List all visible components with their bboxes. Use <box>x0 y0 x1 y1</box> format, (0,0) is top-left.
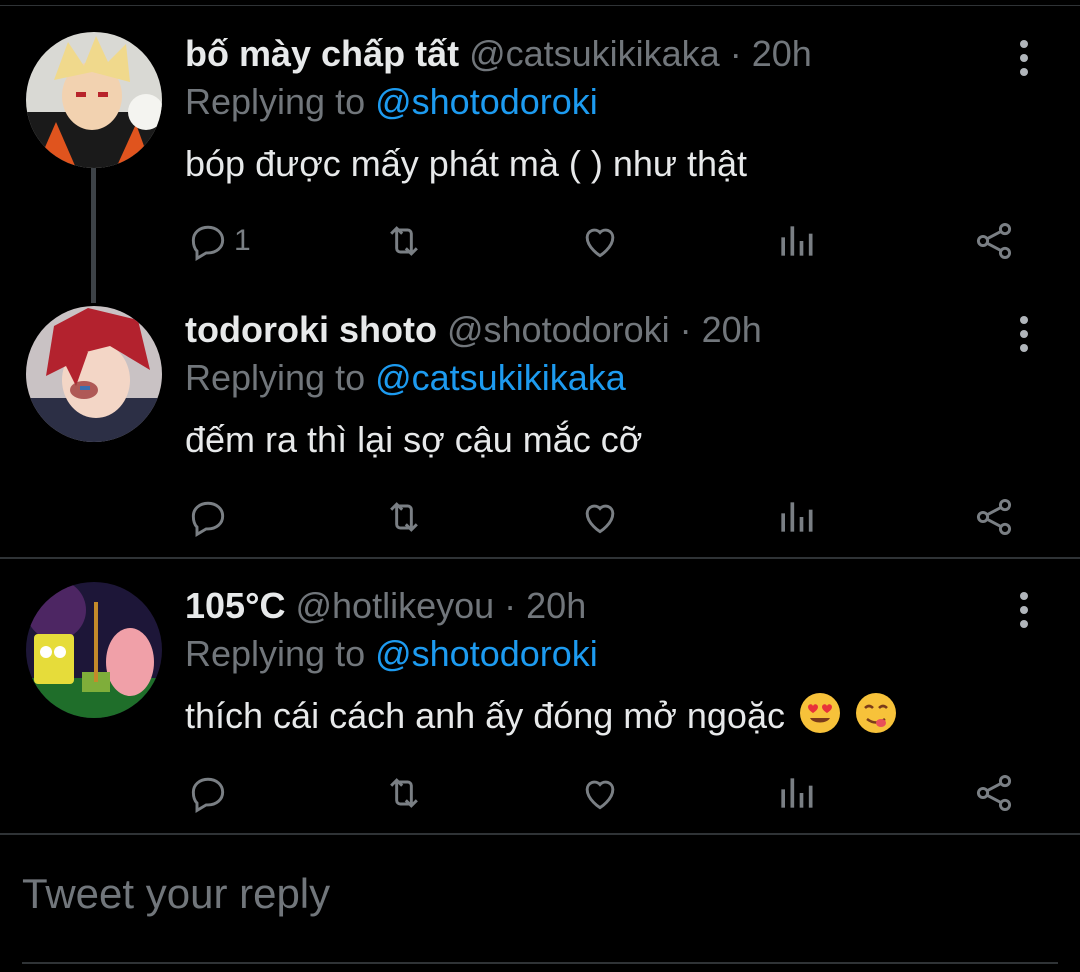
timestamp[interactable]: · 20h <box>504 585 586 626</box>
timestamp[interactable]: · 20h <box>730 33 812 74</box>
tweet-header: bố mày chấp tất @catsukikikaka · 20h <box>185 32 812 76</box>
reply-button[interactable]: 1 <box>186 216 251 266</box>
retweet-icon <box>390 502 418 532</box>
replying-to: Replying to @shotodoroki <box>185 632 598 676</box>
display-name[interactable]: bố mày chấp tất <box>185 33 459 74</box>
share-icon <box>976 499 1012 535</box>
heart-icon <box>585 504 615 534</box>
replying-to: Replying to @shotodoroki <box>185 80 598 124</box>
heart-icon <box>585 228 615 258</box>
reply-button[interactable] <box>186 492 234 542</box>
composer-underline <box>22 962 1058 964</box>
mention-link[interactable]: @catsukikikaka <box>375 357 626 398</box>
analytics-icon <box>781 502 813 532</box>
share-button[interactable] <box>972 768 1016 818</box>
more-options-icon[interactable] <box>1012 38 1036 78</box>
handle[interactable]: @shotodoroki <box>447 309 670 350</box>
retweet-button[interactable] <box>382 216 426 266</box>
reply-icon <box>191 501 225 538</box>
analytics-button[interactable] <box>774 492 818 542</box>
tweet-header: 105°C @hotlikeyou · 20h <box>185 584 586 628</box>
share-icon <box>976 775 1012 811</box>
reply-icon <box>191 777 225 814</box>
more-options-icon[interactable] <box>1012 314 1036 354</box>
share-button[interactable] <box>972 216 1016 266</box>
replying-prefix: Replying to <box>185 633 376 674</box>
reply-icon <box>191 225 225 262</box>
share-button[interactable] <box>972 492 1016 542</box>
yum-emoji <box>855 692 897 734</box>
heart-eyes-emoji <box>799 692 841 734</box>
tweet-divider <box>0 833 1080 835</box>
reply-count: 1 <box>234 224 251 257</box>
analytics-button[interactable] <box>774 216 818 266</box>
top-divider <box>0 0 1080 6</box>
reply-composer-input[interactable]: Tweet your reply <box>22 870 330 918</box>
tweet-actions: 1 <box>0 216 1080 266</box>
avatar[interactable] <box>26 306 162 442</box>
more-options-icon[interactable] <box>1012 590 1036 630</box>
handle[interactable]: @hotlikeyou <box>295 585 494 626</box>
analytics-icon <box>781 778 813 808</box>
analytics-icon <box>781 226 813 256</box>
tweet-header: todoroki shoto @shotodoroki · 20h <box>185 308 762 352</box>
replying-prefix: Replying to <box>185 357 376 398</box>
retweet-button[interactable] <box>382 492 426 542</box>
replying-prefix: Replying to <box>185 81 376 122</box>
tweet-text: thích cái cách anh ấy đóng mở ngoặc <box>185 692 897 740</box>
reply-button[interactable] <box>186 768 234 818</box>
timestamp[interactable]: · 20h <box>680 309 762 350</box>
heart-icon <box>585 780 615 810</box>
tweet-divider <box>0 557 1080 559</box>
like-button[interactable] <box>578 768 622 818</box>
tweet-actions <box>0 768 1080 818</box>
retweet-icon <box>390 226 418 256</box>
tweet-text: bóp được mấy phát mà ( ) như thật <box>185 143 748 184</box>
avatar[interactable] <box>26 582 162 718</box>
like-button[interactable] <box>578 216 622 266</box>
tweet-text-content: thích cái cách anh ấy đóng mở ngoặc <box>185 695 785 736</box>
replying-to: Replying to @catsukikikaka <box>185 356 626 400</box>
tweet-actions <box>0 492 1080 542</box>
retweet-button[interactable] <box>382 768 426 818</box>
mention-link[interactable]: @shotodoroki <box>375 633 598 674</box>
display-name[interactable]: todoroki shoto <box>185 309 437 350</box>
retweet-icon <box>390 778 418 808</box>
avatar[interactable] <box>26 32 162 168</box>
like-button[interactable] <box>578 492 622 542</box>
mention-link[interactable]: @shotodoroki <box>375 81 598 122</box>
display-name[interactable]: 105°C <box>185 585 285 626</box>
analytics-button[interactable] <box>774 768 818 818</box>
tweet-text: đếm ra thì lại sợ cậu mắc cỡ <box>185 419 643 460</box>
share-icon <box>976 223 1012 259</box>
handle[interactable]: @catsukikikaka <box>469 33 720 74</box>
